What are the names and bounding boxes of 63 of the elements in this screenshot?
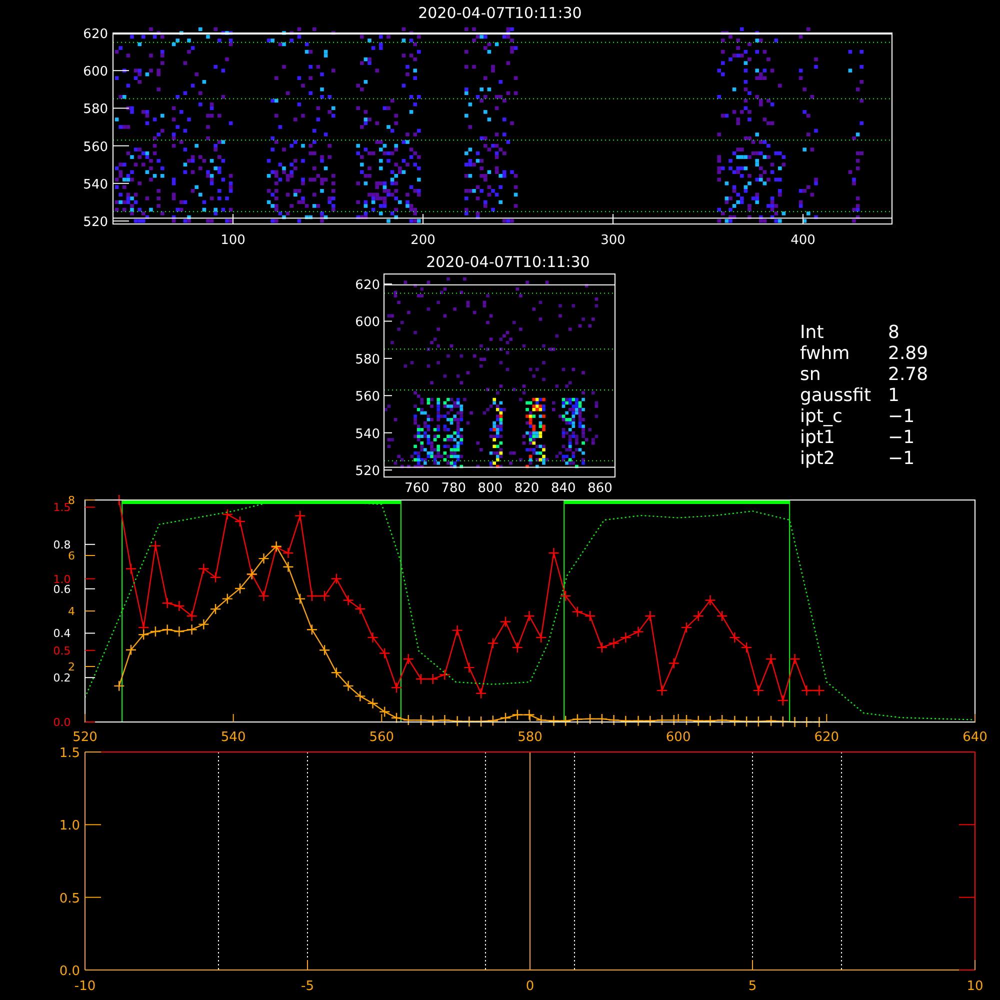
tick-label: 760 [404,481,430,495]
tick-label: 200 [410,233,436,248]
tick-label: 10 [966,979,984,994]
tick-label: 780 [441,481,466,495]
tick-label: 520 [83,215,108,230]
plot-title: 2020-04-07T10:11:30 [418,4,582,22]
tick-label: 0.4 [53,627,71,640]
fit-value: 2.89 [887,343,928,364]
tick-label: 0.5 [53,644,71,658]
tick-label: 0.0 [59,964,80,979]
fit-value: −1 [887,406,916,427]
fit-label: ipt1 [800,427,836,448]
tick-label: 600 [666,730,691,745]
tick-label: 820 [514,481,540,495]
tick-label: 1.0 [59,818,80,834]
tick-label: 560 [369,730,394,745]
tick-label: 800 [478,481,503,495]
tick-label: 860 [588,481,612,495]
tick-label: 2 [68,660,75,674]
tick-label: 520 [355,464,380,479]
tick-label: 8 [68,495,75,507]
tick-label: 600 [355,315,380,330]
fit-value: 1 [887,385,900,406]
tick-label: -5 [301,979,314,994]
fit-label: Int [800,322,825,343]
fit-label: sn [800,364,822,385]
tick-label: 580 [355,352,380,368]
fit-value: 8 [887,322,900,343]
tick-label: 640 [962,730,988,745]
fit-label: fwhm [800,343,851,364]
fit-value: −1 [887,448,916,469]
tick-label: 5 [748,979,757,994]
tick-label: 1.5 [59,746,80,761]
tick-label: 100 [220,233,246,248]
fit-label: ipt2 [800,448,836,469]
fit-label: ipt_c [800,406,844,427]
tick-label: 0.2 [53,672,71,685]
tick-label: 540 [220,730,246,745]
tick-label: 540 [355,426,380,442]
tick-label: 560 [355,390,380,405]
tick-label: 620 [814,730,840,745]
tick-label: 0 [526,979,534,994]
tick-label: 300 [600,233,626,248]
tick-label: 0.0 [53,716,71,729]
tick-label: 0.8 [53,538,71,552]
tick-label: 580 [83,102,108,118]
tick-label: 0.5 [59,891,80,906]
tick-label: 600 [83,64,108,80]
tick-label: 560 [83,140,108,155]
fit-value: 2.78 [887,364,928,385]
tick-label: -10 [74,979,96,994]
tick-label: 840 [550,481,576,495]
tick-label: 540 [83,177,108,192]
tick-label: 520 [72,730,98,745]
tick-label: 620 [83,27,108,42]
tick-label: 4 [68,605,75,618]
fit-value: −1 [887,427,916,448]
plot-title: 2020-04-07T10:11:30 [426,253,590,271]
tick-label: 620 [355,278,380,293]
tick-label: 6 [68,550,75,562]
fit-label: gaussfit [800,385,872,406]
tick-label: 400 [790,233,816,248]
tick-label: 580 [518,730,542,745]
